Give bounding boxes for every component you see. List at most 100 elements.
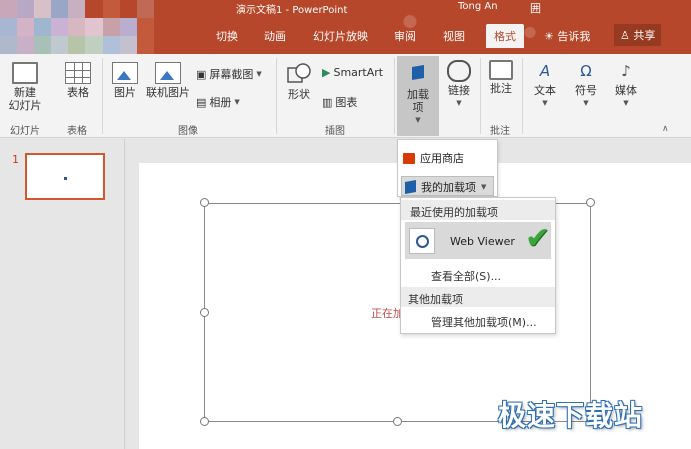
tell-me-label: 告诉我: [557, 30, 591, 43]
resize-handle[interactable]: [200, 198, 209, 207]
ribbon-tabs: 切换 动画 幻灯片放映 审阅 视图 格式 ☀ 告诉我 ♙ 共享: [0, 24, 691, 48]
symbol-button[interactable]: Ω 符号 ▼: [568, 60, 604, 110]
slide-number: 1: [12, 153, 19, 166]
new-slide-button[interactable]: 新建 幻灯片: [4, 62, 46, 112]
title-bar: 演示文稿1 - PowerPoint Tong An 囲 切换 动画 幻灯片放映…: [0, 0, 691, 54]
chevron-down-icon: ▼: [234, 98, 240, 106]
album-icon: ▤: [196, 95, 207, 109]
divider: [394, 58, 395, 134]
my-addins-label-row: 我的加载项 ▼: [405, 179, 486, 195]
tab-animations[interactable]: 动画: [264, 28, 286, 44]
checkmark-icon: ✔: [525, 221, 551, 256]
chevron-down-icon: ▼: [415, 116, 421, 124]
resize-handle[interactable]: [200, 417, 209, 426]
globe-icon: [416, 235, 429, 248]
web-viewer-label: Web Viewer: [450, 235, 515, 248]
divider: [276, 58, 277, 134]
smartart-button[interactable]: ▶ SmartArt: [322, 66, 383, 79]
web-viewer-icon: [409, 228, 435, 254]
text-button[interactable]: A 文本 ▼: [527, 60, 563, 110]
text-label: 文本: [534, 84, 556, 97]
tab-review[interactable]: 审阅: [394, 28, 416, 44]
group-label-images: 图像: [178, 126, 198, 137]
group-label-comments: 批注: [490, 126, 510, 137]
user-name[interactable]: Tong An: [458, 1, 498, 12]
chevron-down-icon: ▼: [256, 70, 262, 78]
store-label: 应用商店: [420, 152, 464, 165]
media-label: 媒体: [615, 84, 637, 97]
tab-slideshow[interactable]: 幻灯片放映: [313, 28, 368, 44]
tab-transitions[interactable]: 切换: [216, 28, 238, 44]
divider: [102, 58, 103, 134]
chevron-down-icon: ▼: [623, 99, 629, 107]
addins-button[interactable]: 加载 项 ▼: [397, 60, 439, 127]
online-picture-label: 联机图片: [146, 86, 190, 99]
comment-button[interactable]: 批注: [484, 60, 518, 95]
screenshot-label: 屏幕截图: [209, 68, 254, 81]
resize-handle[interactable]: [200, 308, 209, 317]
collapse-ribbon-icon[interactable]: ∧: [662, 124, 669, 134]
resize-handle[interactable]: [393, 417, 402, 426]
media-button[interactable]: ♪ 媒体 ▼: [608, 60, 644, 110]
link-button[interactable]: 链接 ▼: [442, 60, 476, 110]
chevron-down-icon: ▼: [456, 99, 462, 107]
new-slide-label: 新建 幻灯片: [8, 86, 42, 112]
ribbon-display-options-icon[interactable]: 囲: [530, 0, 541, 16]
addins-label: 加载 项: [407, 88, 429, 114]
picture-button[interactable]: 图片: [108, 62, 142, 99]
chart-button[interactable]: ▥ 图表: [322, 94, 357, 110]
screenshot-button[interactable]: ▣ 屏幕截图 ▼: [196, 66, 262, 82]
share-button[interactable]: ♙ 共享: [614, 24, 662, 46]
addins-icon: [405, 180, 416, 194]
shapes-icon: [286, 62, 312, 86]
shapes-label: 形状: [288, 88, 310, 101]
chevron-down-icon: ▼: [583, 99, 589, 107]
smartart-icon: ▶: [322, 66, 331, 79]
comment-icon: [489, 60, 513, 80]
tell-me-search[interactable]: ☀ 告诉我: [544, 28, 590, 44]
album-button[interactable]: ▤ 相册 ▼: [196, 94, 240, 110]
watermark: 极速下载站: [498, 399, 644, 432]
chart-label: 图表: [335, 96, 358, 109]
addins-icon: [401, 60, 435, 86]
online-picture-icon: [155, 62, 181, 84]
speaker-icon: ♪: [621, 62, 631, 80]
view-all-link[interactable]: 查看全部(S)...: [431, 268, 501, 284]
thumbnail-dot: [64, 177, 67, 180]
my-addins-label: 我的加载项: [421, 181, 476, 194]
other-addins-header: 其他加载项: [401, 287, 555, 307]
lightbulb-icon: ☀: [544, 30, 554, 43]
chevron-down-icon: ▼: [481, 183, 487, 191]
person-icon: ♙: [620, 29, 630, 42]
slide-thumbnail[interactable]: [25, 153, 105, 200]
screenshot-icon: ▣: [196, 67, 207, 81]
store-menu-item[interactable]: 应用商店: [403, 150, 464, 166]
divider: [522, 58, 523, 134]
new-slide-icon: [12, 62, 38, 84]
resize-handle[interactable]: [586, 198, 595, 207]
online-picture-button[interactable]: 联机图片: [144, 62, 192, 99]
ribbon: 新建 幻灯片 表格 图片 联机图片 ▣ 屏幕截图 ▼ ▤ 相册 ▼ 形状 ▶ SmartA…: [0, 54, 691, 138]
tab-format[interactable]: 格式: [486, 24, 524, 48]
picture-label: 图片: [114, 86, 136, 99]
divider: [480, 58, 481, 134]
omega-icon: Ω: [580, 62, 592, 80]
group-label-tables: 表格: [67, 126, 87, 137]
table-button[interactable]: 表格: [60, 62, 96, 99]
tab-view[interactable]: 视图: [443, 28, 465, 44]
text-icon: A: [539, 62, 551, 80]
group-label-slides: 幻灯片: [10, 126, 40, 137]
link-label: 链接: [448, 84, 470, 97]
link-icon: [447, 60, 471, 82]
shapes-button[interactable]: 形状: [282, 62, 316, 101]
chart-icon: ▥: [322, 95, 333, 109]
share-label: 共享: [633, 29, 656, 42]
comment-label: 批注: [490, 82, 512, 95]
store-icon: [403, 152, 415, 164]
document-title: 演示文稿1 - PowerPoint: [236, 5, 348, 16]
manage-addins-link[interactable]: 管理其他加载项(M)...: [431, 314, 537, 330]
my-addins-submenu: 最近使用的加载项 Web Viewer 查看全部(S)... 其他加载项 管理其…: [400, 197, 556, 334]
group-label-illustrations: 插图: [325, 126, 345, 137]
chevron-down-icon: ▼: [542, 99, 548, 107]
table-label: 表格: [67, 86, 89, 99]
